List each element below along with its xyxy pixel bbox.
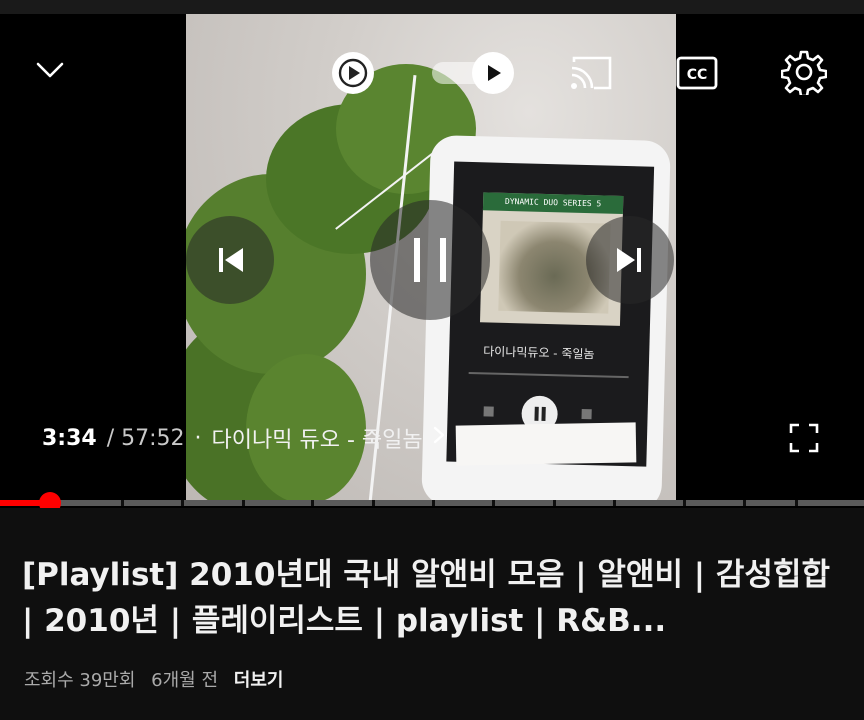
status-strip bbox=[0, 0, 864, 14]
play-circle-icon[interactable] bbox=[330, 50, 376, 96]
pause-icon bbox=[414, 238, 446, 282]
chapter-marker bbox=[492, 500, 496, 506]
chapter-marker bbox=[241, 500, 245, 506]
skip-next-icon bbox=[617, 248, 641, 272]
phone-song-text: 다이나믹듀오 - 죽일놈 bbox=[483, 344, 595, 362]
upload-age: 6개월 전 bbox=[151, 670, 219, 691]
paper-note bbox=[455, 422, 637, 466]
chapter-marker bbox=[794, 500, 798, 506]
progress-bar[interactable] bbox=[0, 492, 864, 508]
video-player[interactable]: DYNAMIC DUO SERIES 5 다이나믹듀오 - 죽일놈 CC 3:3… bbox=[0, 0, 864, 508]
skip-previous-icon bbox=[219, 248, 243, 272]
time-chapter-row[interactable]: 3:34 / 57:52 · 다이나믹 듀오 - 죽일놈 bbox=[42, 422, 445, 454]
autoplay-toggle[interactable] bbox=[432, 52, 514, 94]
album-band: DYNAMIC DUO SERIES 5 bbox=[482, 192, 624, 214]
more-button[interactable]: 더보기 bbox=[234, 670, 284, 691]
video-meta[interactable]: 조회수 39만회 6개월 전 더보기 bbox=[24, 666, 293, 692]
fullscreen-icon[interactable] bbox=[786, 420, 822, 456]
chapter-marker bbox=[120, 500, 124, 506]
skip-next-button[interactable] bbox=[586, 216, 674, 304]
current-time: 3:34 bbox=[42, 425, 97, 451]
album-band-text: DYNAMIC DUO SERIES 5 bbox=[504, 196, 602, 209]
total-time: / 57:52 bbox=[106, 425, 185, 451]
chapter-separator: · bbox=[194, 425, 202, 451]
pause-button[interactable] bbox=[370, 200, 490, 320]
chapter-marker bbox=[743, 500, 747, 506]
gear-icon[interactable] bbox=[778, 46, 830, 98]
phone-next-icon bbox=[581, 408, 592, 420]
autoplay-toggle-icon bbox=[472, 52, 514, 94]
video-title[interactable]: [Playlist] 2010년대 국내 알앤비 모음 | 알앤비 | 감성힙합… bbox=[22, 552, 850, 644]
chapter-marker bbox=[613, 500, 617, 506]
chapter-marker bbox=[181, 500, 185, 506]
chapter-marker bbox=[371, 500, 375, 506]
chevron-right-icon[interactable] bbox=[433, 425, 445, 451]
chapter-title[interactable]: 다이나믹 듀오 - 죽일놈 bbox=[212, 422, 423, 454]
svg-text:CC: CC bbox=[687, 67, 708, 83]
chapter-marker bbox=[432, 500, 435, 506]
cast-icon[interactable] bbox=[566, 50, 616, 96]
skip-previous-button[interactable] bbox=[186, 216, 274, 304]
scrubber-handle[interactable] bbox=[39, 492, 62, 508]
chapter-marker bbox=[311, 500, 315, 506]
phone-screen: DYNAMIC DUO SERIES 5 다이나믹듀오 - 죽일놈 bbox=[446, 161, 655, 467]
chapter-marker bbox=[552, 500, 556, 506]
view-count: 조회수 39만회 bbox=[24, 670, 136, 691]
chapter-marker bbox=[682, 500, 686, 506]
phone-prev-icon bbox=[483, 406, 494, 417]
phone-progress bbox=[468, 371, 629, 379]
chevron-down-icon[interactable] bbox=[30, 50, 70, 90]
cc-icon[interactable]: CC bbox=[674, 50, 720, 96]
